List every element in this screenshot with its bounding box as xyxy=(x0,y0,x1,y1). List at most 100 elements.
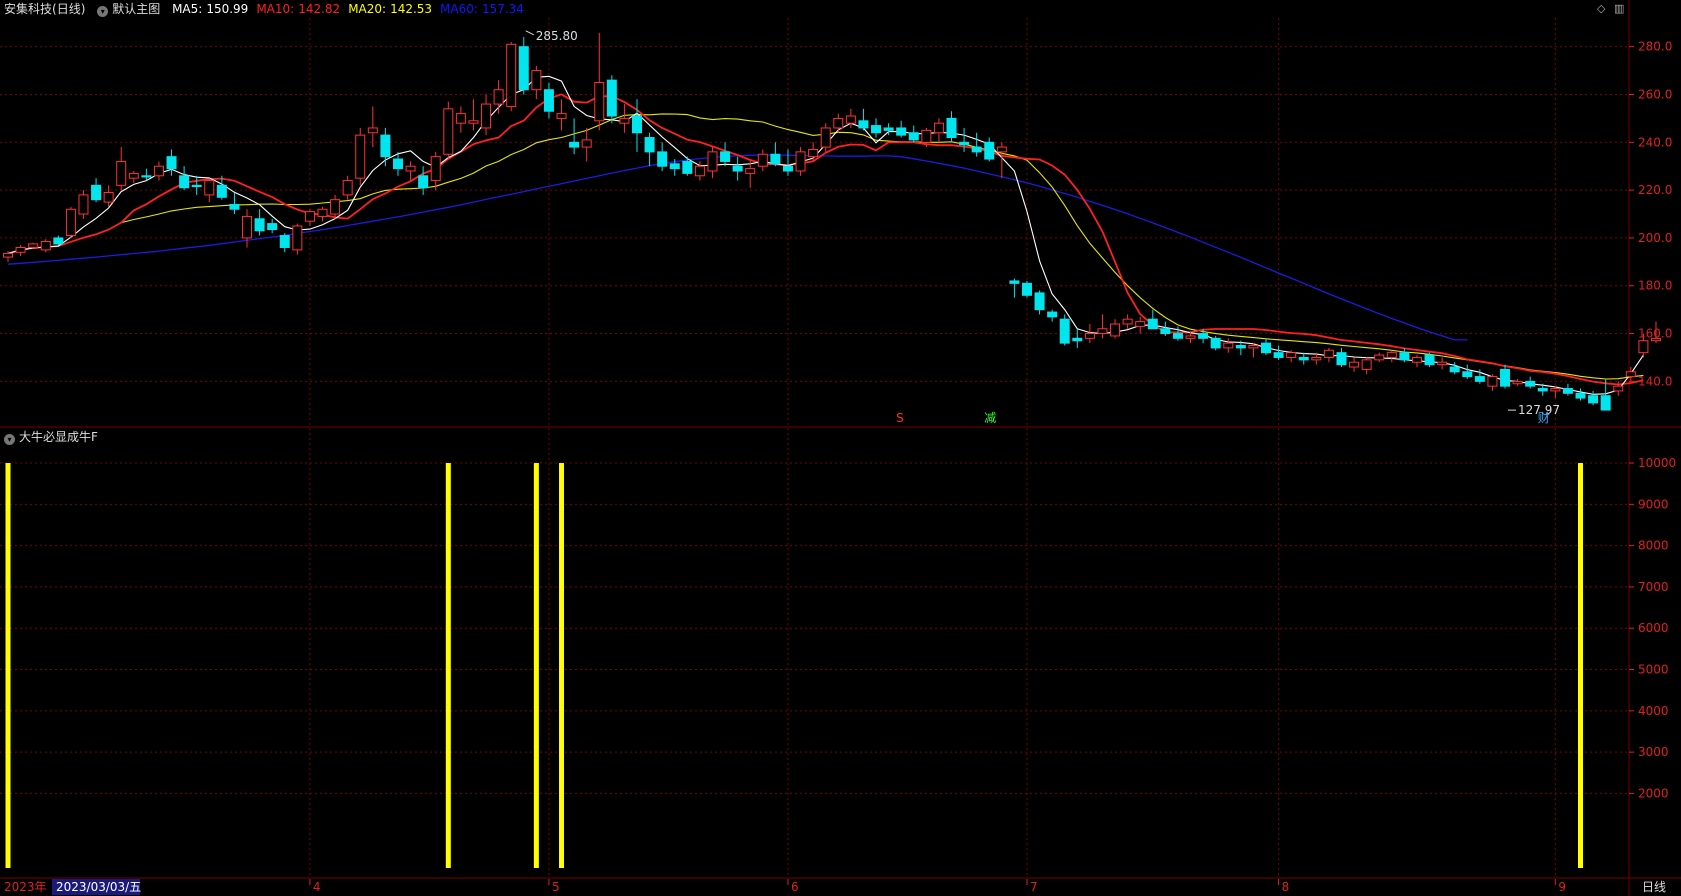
candle-body-down xyxy=(1273,352,1284,358)
signal-bar xyxy=(1578,463,1583,868)
ma-legend-item: MA60: xyxy=(440,2,478,16)
candle xyxy=(1021,280,1032,298)
candle-body-down xyxy=(984,141,995,160)
bottom-axis-bar: 2023年 2023/03/03/五 4 5 6 7 8 9 日线 xyxy=(0,877,1681,896)
candle-body-up xyxy=(317,208,328,217)
event-marker[interactable]: 财 xyxy=(1538,411,1550,425)
candle-body-up xyxy=(103,192,114,203)
candle-body-up xyxy=(1323,349,1334,358)
candle-body-up xyxy=(153,165,164,177)
candle-body-down xyxy=(1449,366,1460,373)
candle-body-up xyxy=(1185,335,1196,339)
candle-body-up xyxy=(531,70,542,91)
candle-body-down xyxy=(732,165,743,172)
candle-body-down xyxy=(1021,282,1032,296)
candle-body-up xyxy=(1361,359,1372,370)
candle-body-up xyxy=(619,117,630,124)
event-marker[interactable]: S xyxy=(896,411,904,425)
candle xyxy=(40,239,51,253)
candle-body-up xyxy=(1625,371,1636,378)
candle-body-up xyxy=(493,89,504,105)
candle-body-up xyxy=(594,82,605,122)
candle-body-down xyxy=(908,132,919,141)
candle-body-down xyxy=(1298,356,1309,361)
candle-body-down xyxy=(1399,352,1410,361)
candle-body-up xyxy=(292,225,303,251)
candle-body-down xyxy=(1009,280,1020,284)
candle-body-down xyxy=(267,223,278,231)
candle-body-up xyxy=(1386,352,1397,358)
candle-body-down xyxy=(1462,371,1473,378)
candle-body-up xyxy=(808,148,819,158)
candle-body-up xyxy=(1110,323,1121,337)
price-tick-label: 200.0 xyxy=(1638,231,1672,245)
candle-body-up xyxy=(933,122,944,134)
candle-body-up xyxy=(242,215,253,239)
candle-body-down xyxy=(682,160,693,174)
stock-chart[interactable]: 285.80127.97S 减财 140.0160.0180.0200.0220.… xyxy=(0,0,1681,896)
diamond-icon[interactable]: ◇ xyxy=(1597,2,1605,15)
price-tick-label: 220.0 xyxy=(1638,183,1672,197)
period-label-header: (日线) xyxy=(52,2,86,16)
candle-body-down xyxy=(632,115,642,134)
candle-body-up xyxy=(581,139,592,148)
selected-date-label[interactable]: 2023/03/03/五 xyxy=(56,880,141,894)
date-tick-label: 9 xyxy=(1558,880,1566,894)
chart-header: 安集科技(日线) ▾ 默认主图 MA5: 150.99 MA10: 142.82 MA20… xyxy=(4,0,524,17)
indicator-tick-label: 4000 xyxy=(1638,704,1669,718)
candle-body-down xyxy=(1072,337,1083,342)
candle xyxy=(820,123,831,152)
candle-body-up xyxy=(481,103,492,129)
candle-body-down xyxy=(1537,388,1548,392)
candle-body-down xyxy=(418,175,429,189)
candle-body-up xyxy=(1437,361,1448,366)
candle-body-down xyxy=(1147,318,1158,330)
candle-body-down xyxy=(179,175,190,189)
chart-background xyxy=(0,0,1681,896)
price-tick-label: 180.0 xyxy=(1638,279,1672,293)
candle-body-down xyxy=(1588,395,1599,404)
candle xyxy=(606,75,617,124)
period-label[interactable]: 日线 xyxy=(1642,880,1666,894)
event-marker[interactable]: 减 xyxy=(984,411,996,425)
candle-body-up xyxy=(1311,356,1322,361)
candle-body-up xyxy=(556,113,567,119)
candle-body-up xyxy=(1374,354,1385,361)
candle-body-up xyxy=(1248,345,1259,349)
candle-body-down xyxy=(1261,342,1271,354)
candle xyxy=(506,41,517,112)
candle-body-down xyxy=(569,141,580,148)
indicator-tick-label: 10000 xyxy=(1638,456,1676,470)
candle-body-up xyxy=(304,211,315,222)
indicator-tick-label: 3000 xyxy=(1638,745,1669,759)
candle-body-up xyxy=(1135,321,1146,327)
candle-body-down xyxy=(1210,337,1221,349)
ma-legend-item: MA10: xyxy=(256,2,295,16)
candle-body-down xyxy=(896,127,907,136)
candle xyxy=(28,242,39,249)
indicator-tick-label: 8000 xyxy=(1638,539,1669,553)
price-tick-label: 240.0 xyxy=(1638,135,1672,149)
candle xyxy=(78,190,89,219)
candle-body-up xyxy=(1122,318,1133,325)
scroll-icon[interactable]: ▥ xyxy=(1614,2,1624,15)
signal-bar xyxy=(533,463,539,868)
candle-body-down xyxy=(782,165,793,172)
candle-body-down xyxy=(644,137,655,153)
candle-body-down xyxy=(1575,392,1586,399)
candle xyxy=(443,101,454,160)
candle-body-up xyxy=(845,115,856,124)
candle-body-up xyxy=(757,153,768,167)
indicator-header: ▾ 大牛必显成牛F xyxy=(4,428,98,445)
candle-body-up xyxy=(330,199,341,215)
indicator-name[interactable]: 大牛必显成牛F xyxy=(19,430,98,444)
template-dropdown-icon[interactable]: ▾ xyxy=(97,6,109,17)
candle-body-down xyxy=(1474,376,1485,382)
template-name[interactable]: 默认主图 xyxy=(112,2,160,16)
ma-legend: MA5: 150.99 MA10: 142.82 MA20: 142.53 MA60: 157… xyxy=(164,2,524,16)
indicator-dropdown-icon[interactable]: ▾ xyxy=(4,434,15,445)
stock-name: 安集科技 xyxy=(4,2,53,16)
price-tick-label: 160.0 xyxy=(1638,327,1672,341)
candle-body-up xyxy=(694,165,705,177)
candle-body-down xyxy=(1235,345,1246,349)
